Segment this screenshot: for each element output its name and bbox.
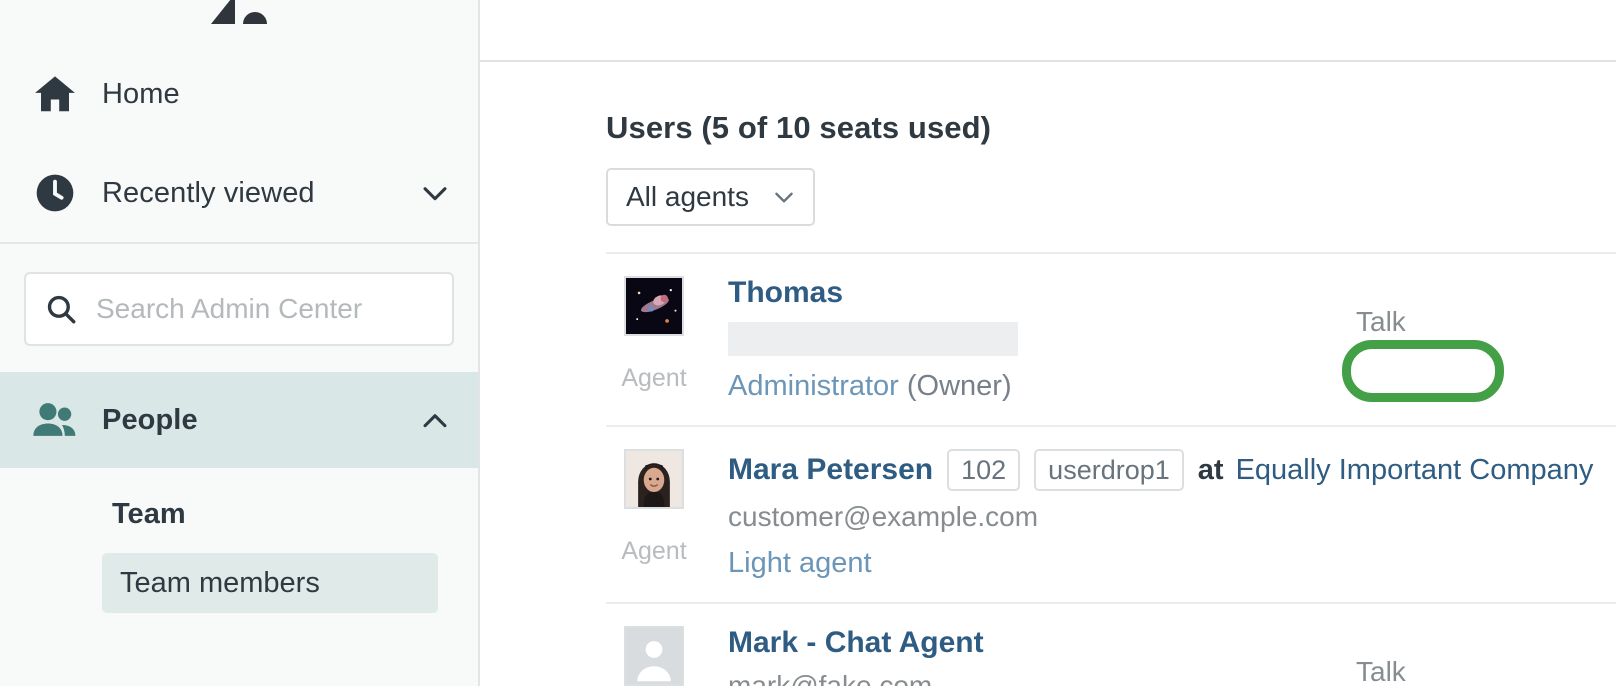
user-role-link[interactable]: Administrator — [728, 370, 899, 402]
table-row[interactable]: Agent Mara Petersen 102 userdrop1 at Equ… — [606, 425, 1616, 602]
sidebar-subnav: Team Team members — [0, 468, 478, 613]
agent-filter-label: All agents — [626, 181, 749, 212]
at-word-label: at — [1197, 453, 1224, 486]
portrait-photo-avatar — [626, 451, 682, 507]
avatar-column: Agent — [606, 449, 702, 580]
sidebar: Home Recently viewed Search Admin Center… — [0, 0, 480, 686]
sidebar-item-team-members[interactable]: Team members — [102, 553, 438, 613]
search-input[interactable] — [96, 293, 434, 325]
user-tag-name: userdrop1 — [1034, 449, 1184, 491]
user-role-line[interactable]: Light agent — [728, 547, 1316, 580]
subnav-heading-team: Team — [112, 498, 186, 530]
user-product-label — [1316, 449, 1616, 580]
search-icon — [47, 295, 76, 324]
user-name-line: Mara Petersen 102 userdrop1 at Equally I… — [728, 449, 1593, 491]
clock-icon — [28, 166, 82, 220]
default-person-avatar — [626, 628, 682, 684]
filter-row: All agents — [606, 146, 1616, 226]
sidebar-item-home[interactable]: Home — [0, 44, 478, 144]
space-photo-avatar — [626, 278, 682, 334]
chevron-up-icon[interactable] — [418, 403, 452, 437]
search-box[interactable] — [24, 272, 454, 346]
avatar — [624, 276, 684, 336]
user-role-link[interactable]: Light agent — [728, 547, 872, 579]
redacted-email-bar — [728, 322, 1018, 356]
sidebar-item-label-people: People — [102, 403, 198, 436]
avatar-column — [606, 626, 702, 686]
user-info: Mara Petersen 102 userdrop1 at Equally I… — [702, 449, 1593, 580]
table-row[interactable]: Mark - Chat Agent mark@fake.com Talk — [606, 602, 1616, 686]
admin-center-app: Home Recently viewed Search Admin Center… — [0, 0, 1616, 686]
user-email: customer@example.com — [728, 501, 1039, 532]
user-name-link[interactable]: Thomas — [728, 276, 843, 310]
agent-filter-select[interactable]: All agents — [606, 168, 815, 226]
user-info: Mark - Chat Agent mark@fake.com — [702, 626, 1316, 686]
home-icon — [28, 67, 82, 121]
user-list: Agent Thomas Administrator (Owner) Talk — [606, 252, 1616, 686]
user-name-link[interactable]: Mark - Chat Agent — [728, 626, 984, 660]
chevron-down-icon — [771, 184, 797, 210]
page-title: Users (5 of 10 seats used) — [606, 110, 992, 145]
user-type-label: Agent — [621, 537, 687, 565]
owner-suffix-label: (Owner) — [898, 370, 1012, 402]
sidebar-item-recently-viewed[interactable]: Recently viewed — [0, 144, 478, 242]
user-product-label: Talk — [1356, 306, 1406, 337]
top-bar — [480, 0, 1616, 62]
avatar — [624, 449, 684, 509]
user-type-label: Agent — [621, 364, 687, 392]
avatar — [624, 626, 684, 686]
search-area — [0, 244, 478, 372]
users-page: Users (5 of 10 seats used) All agents Ag… — [480, 62, 1616, 686]
user-info: Thomas Administrator (Owner) — [702, 276, 1316, 403]
zendesk-logo[interactable] — [209, 0, 269, 28]
people-icon — [28, 393, 82, 447]
user-name-line: Thomas — [728, 276, 1316, 310]
sidebar-item-people[interactable]: People — [0, 372, 478, 468]
user-tag-id: 102 — [947, 449, 1021, 491]
user-product-label: Talk — [1356, 656, 1406, 686]
table-row[interactable]: Agent Thomas Administrator (Owner) Talk — [606, 252, 1616, 425]
user-email: mark@fake.com — [728, 670, 933, 686]
avatar-column: Agent — [606, 276, 702, 403]
logo-area — [0, 0, 478, 44]
main-content: Users (5 of 10 seats used) All agents Ag… — [480, 0, 1616, 686]
user-name-line: Mark - Chat Agent — [728, 626, 1316, 660]
user-role-line[interactable]: Administrator (Owner) — [728, 370, 1316, 403]
sidebar-item-label-recently-viewed: Recently viewed — [102, 176, 315, 209]
sidebar-item-label-home: Home — [102, 77, 180, 110]
sidebar-item-label-team-members: Team members — [120, 566, 320, 599]
user-name-link[interactable]: Mara Petersen — [728, 453, 933, 487]
chevron-down-icon[interactable] — [418, 176, 452, 210]
